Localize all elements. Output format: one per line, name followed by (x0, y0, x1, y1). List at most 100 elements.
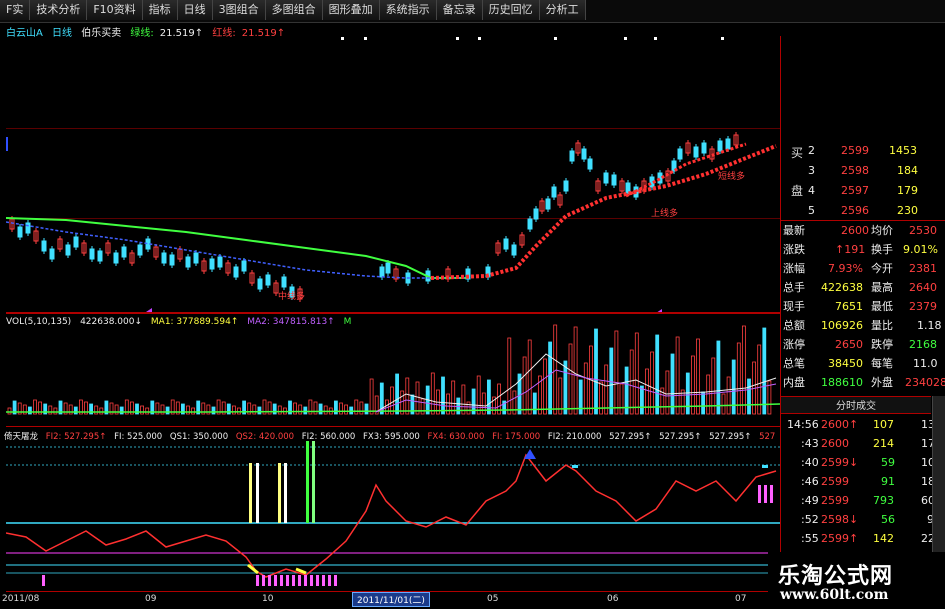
quote-key: 最低 (871, 300, 893, 313)
indicator-chart (6, 441, 780, 586)
candle-body (137, 244, 143, 256)
volume-bar (548, 341, 552, 415)
tick-price: 2598↓ (821, 513, 859, 526)
scroll-marker-left[interactable] (146, 308, 152, 312)
candle-body (569, 150, 575, 162)
volume-bar (252, 404, 257, 415)
quote-row: 内盘 188610 外盘 234028 (781, 374, 945, 391)
volume-bar (527, 339, 532, 415)
volume-bar (486, 379, 491, 415)
time-axis: 2011/08 09 10 2011/11/01(二) 05 06 07 (0, 591, 780, 609)
volume-bar (691, 355, 695, 415)
toolbar-button-history[interactable]: 历史回忆 (482, 0, 540, 20)
volume-bar (522, 356, 527, 415)
volume-bar (507, 337, 512, 415)
volume-bar (532, 392, 537, 415)
volume-bar (614, 330, 619, 415)
candle-body (677, 148, 683, 160)
tick-row: :43 2600 214 17 (781, 435, 945, 452)
candle-body (41, 240, 47, 252)
candle-body (281, 276, 287, 288)
toolbar-button-indicator[interactable]: 指标 (142, 0, 178, 20)
candle-body (169, 254, 175, 266)
volume-bar (53, 407, 58, 415)
tick-price: 2599 (821, 494, 849, 507)
quote-row: 总笔 38450 每笔 11.0 (781, 355, 945, 372)
quote-value: 188610 (821, 376, 863, 389)
quote-key: 总手 (783, 281, 805, 294)
tick-volume: 59 (881, 456, 895, 469)
volume-bar (747, 378, 751, 415)
quote-key: 跌停 (871, 338, 893, 351)
quote-key: 总笔 (783, 357, 805, 370)
toolbar-button-system[interactable]: 系统指示 (379, 0, 437, 20)
toolbar-button-overlay[interactable]: 图形叠加 (322, 0, 380, 20)
tick-section-title[interactable]: 分时成交 (781, 396, 931, 414)
quote-key: 均价 (871, 224, 893, 237)
volume-bar (706, 374, 711, 415)
order-book-row: 5 2596 230 (781, 202, 945, 219)
toolbar-button-3chart[interactable]: 3图组合 (212, 0, 266, 20)
volume-bar (476, 375, 481, 415)
toolbar-button-f10[interactable]: F10资料 (87, 0, 143, 20)
volume-bar (619, 383, 624, 415)
toolbar-button-multichart[interactable]: 多图组合 (265, 0, 323, 20)
quote-row: 涨幅 7.93% 今开 2381 (781, 260, 945, 277)
candle-body (511, 244, 517, 256)
quote-key: 涨幅 (783, 262, 805, 275)
order-price: 2596 (841, 204, 869, 217)
volume-bar (27, 406, 32, 415)
quote-row: 最新 2600 均价 2530 (781, 222, 945, 239)
quote-value: 2381 (909, 262, 937, 275)
volume-bar (451, 380, 456, 415)
volume-bar (583, 362, 588, 415)
candle-body (725, 138, 731, 150)
volume-bar (640, 385, 644, 415)
volume-bar (140, 405, 145, 415)
order-book-row: 4 2597 179 (781, 182, 945, 199)
tick-row: :46 2599 91 18 (781, 473, 945, 490)
candle-body (49, 248, 55, 260)
axis-label: 09 (145, 594, 157, 604)
quote-value: 106926 (821, 319, 863, 332)
volume-bar (415, 381, 420, 415)
candle-body (379, 266, 385, 278)
toolbar-button-technical[interactable]: 技术分析 (30, 0, 88, 20)
toolbar-button-quote[interactable]: F实 (0, 0, 31, 20)
tick-row: 14:56 2600↑ 107 13 (781, 416, 945, 433)
tick-row: :40 2599↓ 59 10 (781, 454, 945, 471)
volume-bar (604, 364, 609, 415)
toolbar-button-analysis[interactable]: 分析工 (539, 0, 586, 20)
quote-key: 量比 (871, 319, 893, 332)
order-volume: 179 (897, 184, 918, 197)
indicator-main-line (6, 453, 777, 578)
volume-bar (390, 386, 394, 415)
quote-key: 总额 (783, 319, 805, 332)
quote-key: 最新 (783, 224, 805, 237)
candle-body (533, 208, 539, 220)
candle-body (121, 246, 127, 258)
volume-bar (665, 370, 670, 415)
volume-bar (685, 372, 690, 415)
tick-row: :55 2599↑ 142 22 (781, 530, 945, 547)
volume-bar (119, 406, 124, 415)
volume-bar (7, 407, 12, 415)
quote-value: ↑191 (835, 243, 866, 256)
volume-bar (629, 349, 634, 415)
candle-body (563, 180, 569, 192)
peak-marker (572, 465, 578, 468)
scroll-marker-right[interactable] (656, 309, 662, 312)
candle-body (209, 258, 215, 270)
candle-body (193, 252, 199, 264)
volume-bar (762, 327, 767, 415)
toolbar-button-memo[interactable]: 备忘录 (436, 0, 483, 20)
toolbar-button-daily[interactable]: 日线 (177, 0, 213, 20)
volume-bar (757, 344, 762, 415)
tick-row: :52 2598↓ 56 9 (781, 511, 945, 528)
candle-body (185, 256, 191, 268)
watermark: 乐淘公式网 www.60lt.com (768, 552, 945, 609)
order-level: 2 (808, 144, 815, 157)
volume-bar (257, 406, 262, 415)
left-scroll-handle[interactable] (6, 137, 8, 151)
volume-bar (191, 407, 196, 415)
